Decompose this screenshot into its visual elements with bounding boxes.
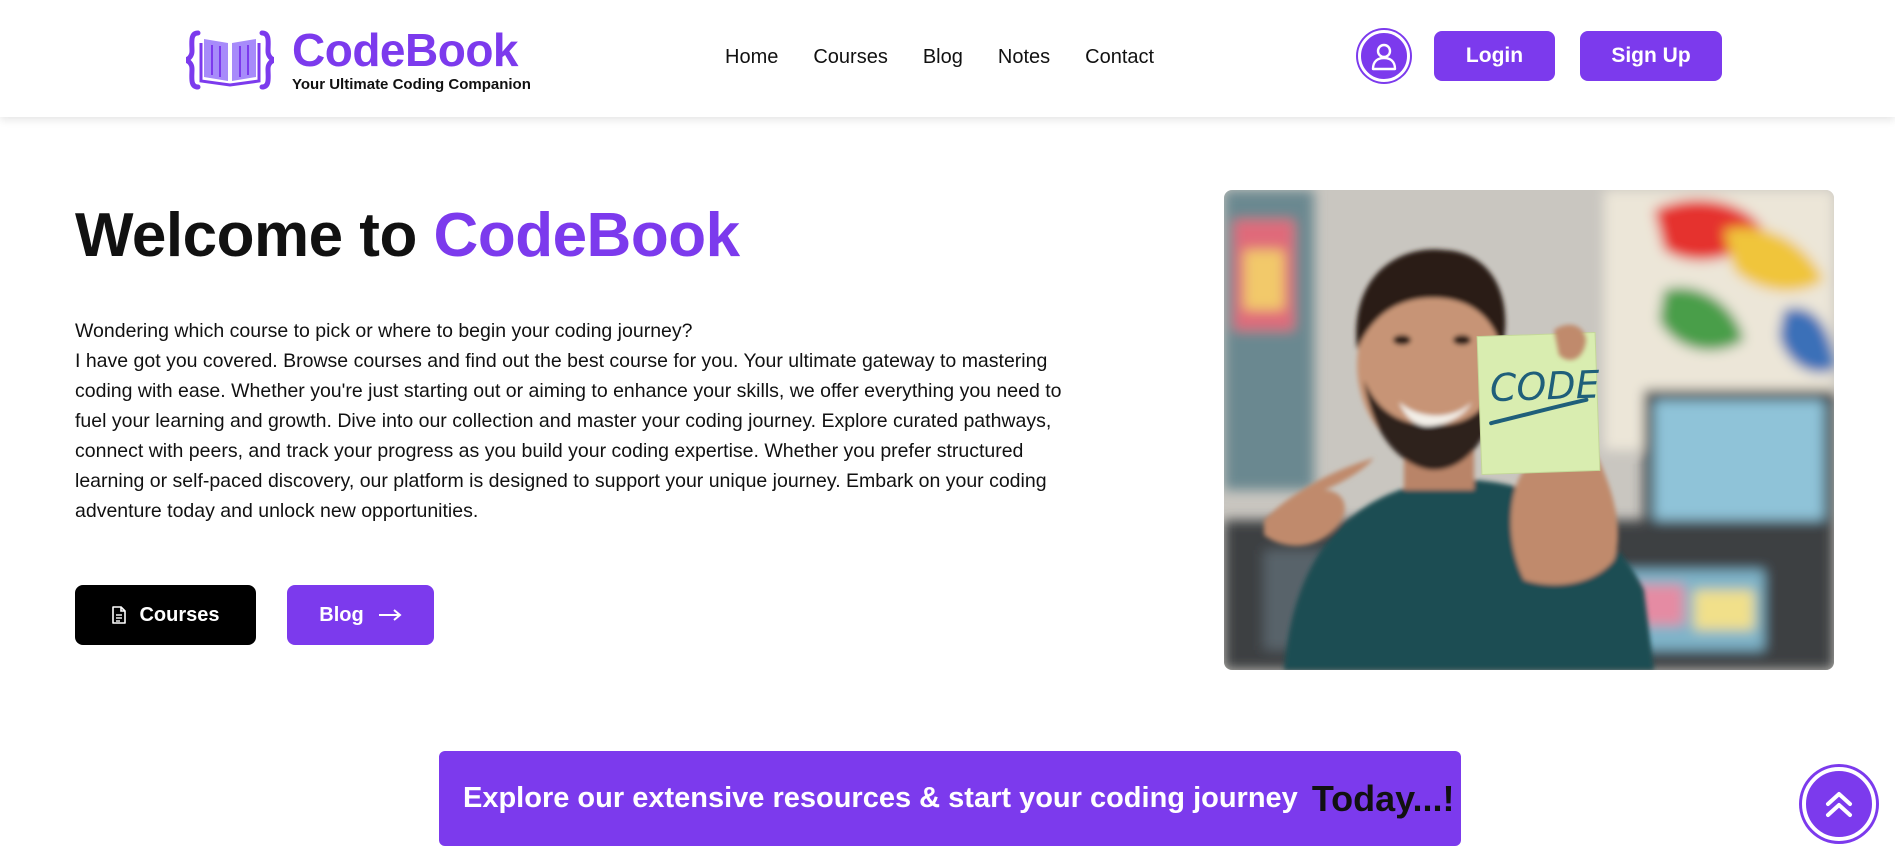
hero-intro-line: Wondering which course to pick or where … (75, 320, 693, 342)
nav-blog-link[interactable]: Blog (923, 44, 963, 70)
code-note-text: CODE (1489, 362, 1600, 410)
signup-button[interactable]: Sign Up (1580, 31, 1722, 81)
promo-banner: Explore our extensive resources & start … (439, 751, 1461, 846)
hero-title: Welcome to CodeBook (75, 200, 740, 271)
user-icon (1371, 43, 1397, 71)
blog-button-label: Blog (319, 603, 364, 626)
blog-button[interactable]: Blog (287, 585, 434, 645)
banner-emphasis: Today...! (1311, 777, 1455, 819)
scroll-to-top-button[interactable] (1802, 767, 1876, 841)
profile-avatar-button[interactable] (1358, 30, 1410, 82)
hero-title-accent: CodeBook (433, 201, 741, 270)
book-logo-icon (186, 30, 274, 89)
login-button[interactable]: Login (1434, 31, 1555, 81)
main-nav: Home Courses Blog Notes Contact (725, 44, 1189, 70)
brand-tagline: Your Ultimate Coding Companion (292, 76, 531, 93)
hero-description: Wondering which course to pick or where … (75, 316, 1080, 526)
nav-notes-link[interactable]: Notes (998, 44, 1050, 70)
banner-text: Explore our extensive resources & start … (463, 782, 1298, 814)
brand-logo[interactable]: CodeBook Your Ultimate Coding Companion (186, 26, 531, 93)
courses-button-label: Courses (139, 603, 220, 626)
nav-courses-link[interactable]: Courses (813, 44, 887, 70)
hero-body-text: I have got you covered. Browse courses a… (75, 350, 1062, 522)
nav-contact-link[interactable]: Contact (1085, 44, 1154, 70)
courses-button[interactable]: Courses (75, 585, 256, 645)
nav-home-link[interactable]: Home (725, 44, 778, 70)
hero-image: CODE (1224, 190, 1834, 670)
hero-title-prefix: Welcome to (75, 201, 417, 270)
brand-name: CodeBook (292, 24, 518, 76)
arrow-right-icon (378, 609, 402, 621)
document-icon (112, 606, 127, 624)
double-chevron-up-icon (1826, 792, 1852, 817)
coder-holding-code-note-illustration: CODE (1224, 190, 1834, 670)
site-header: CodeBook Your Ultimate Coding Companion … (0, 0, 1895, 117)
